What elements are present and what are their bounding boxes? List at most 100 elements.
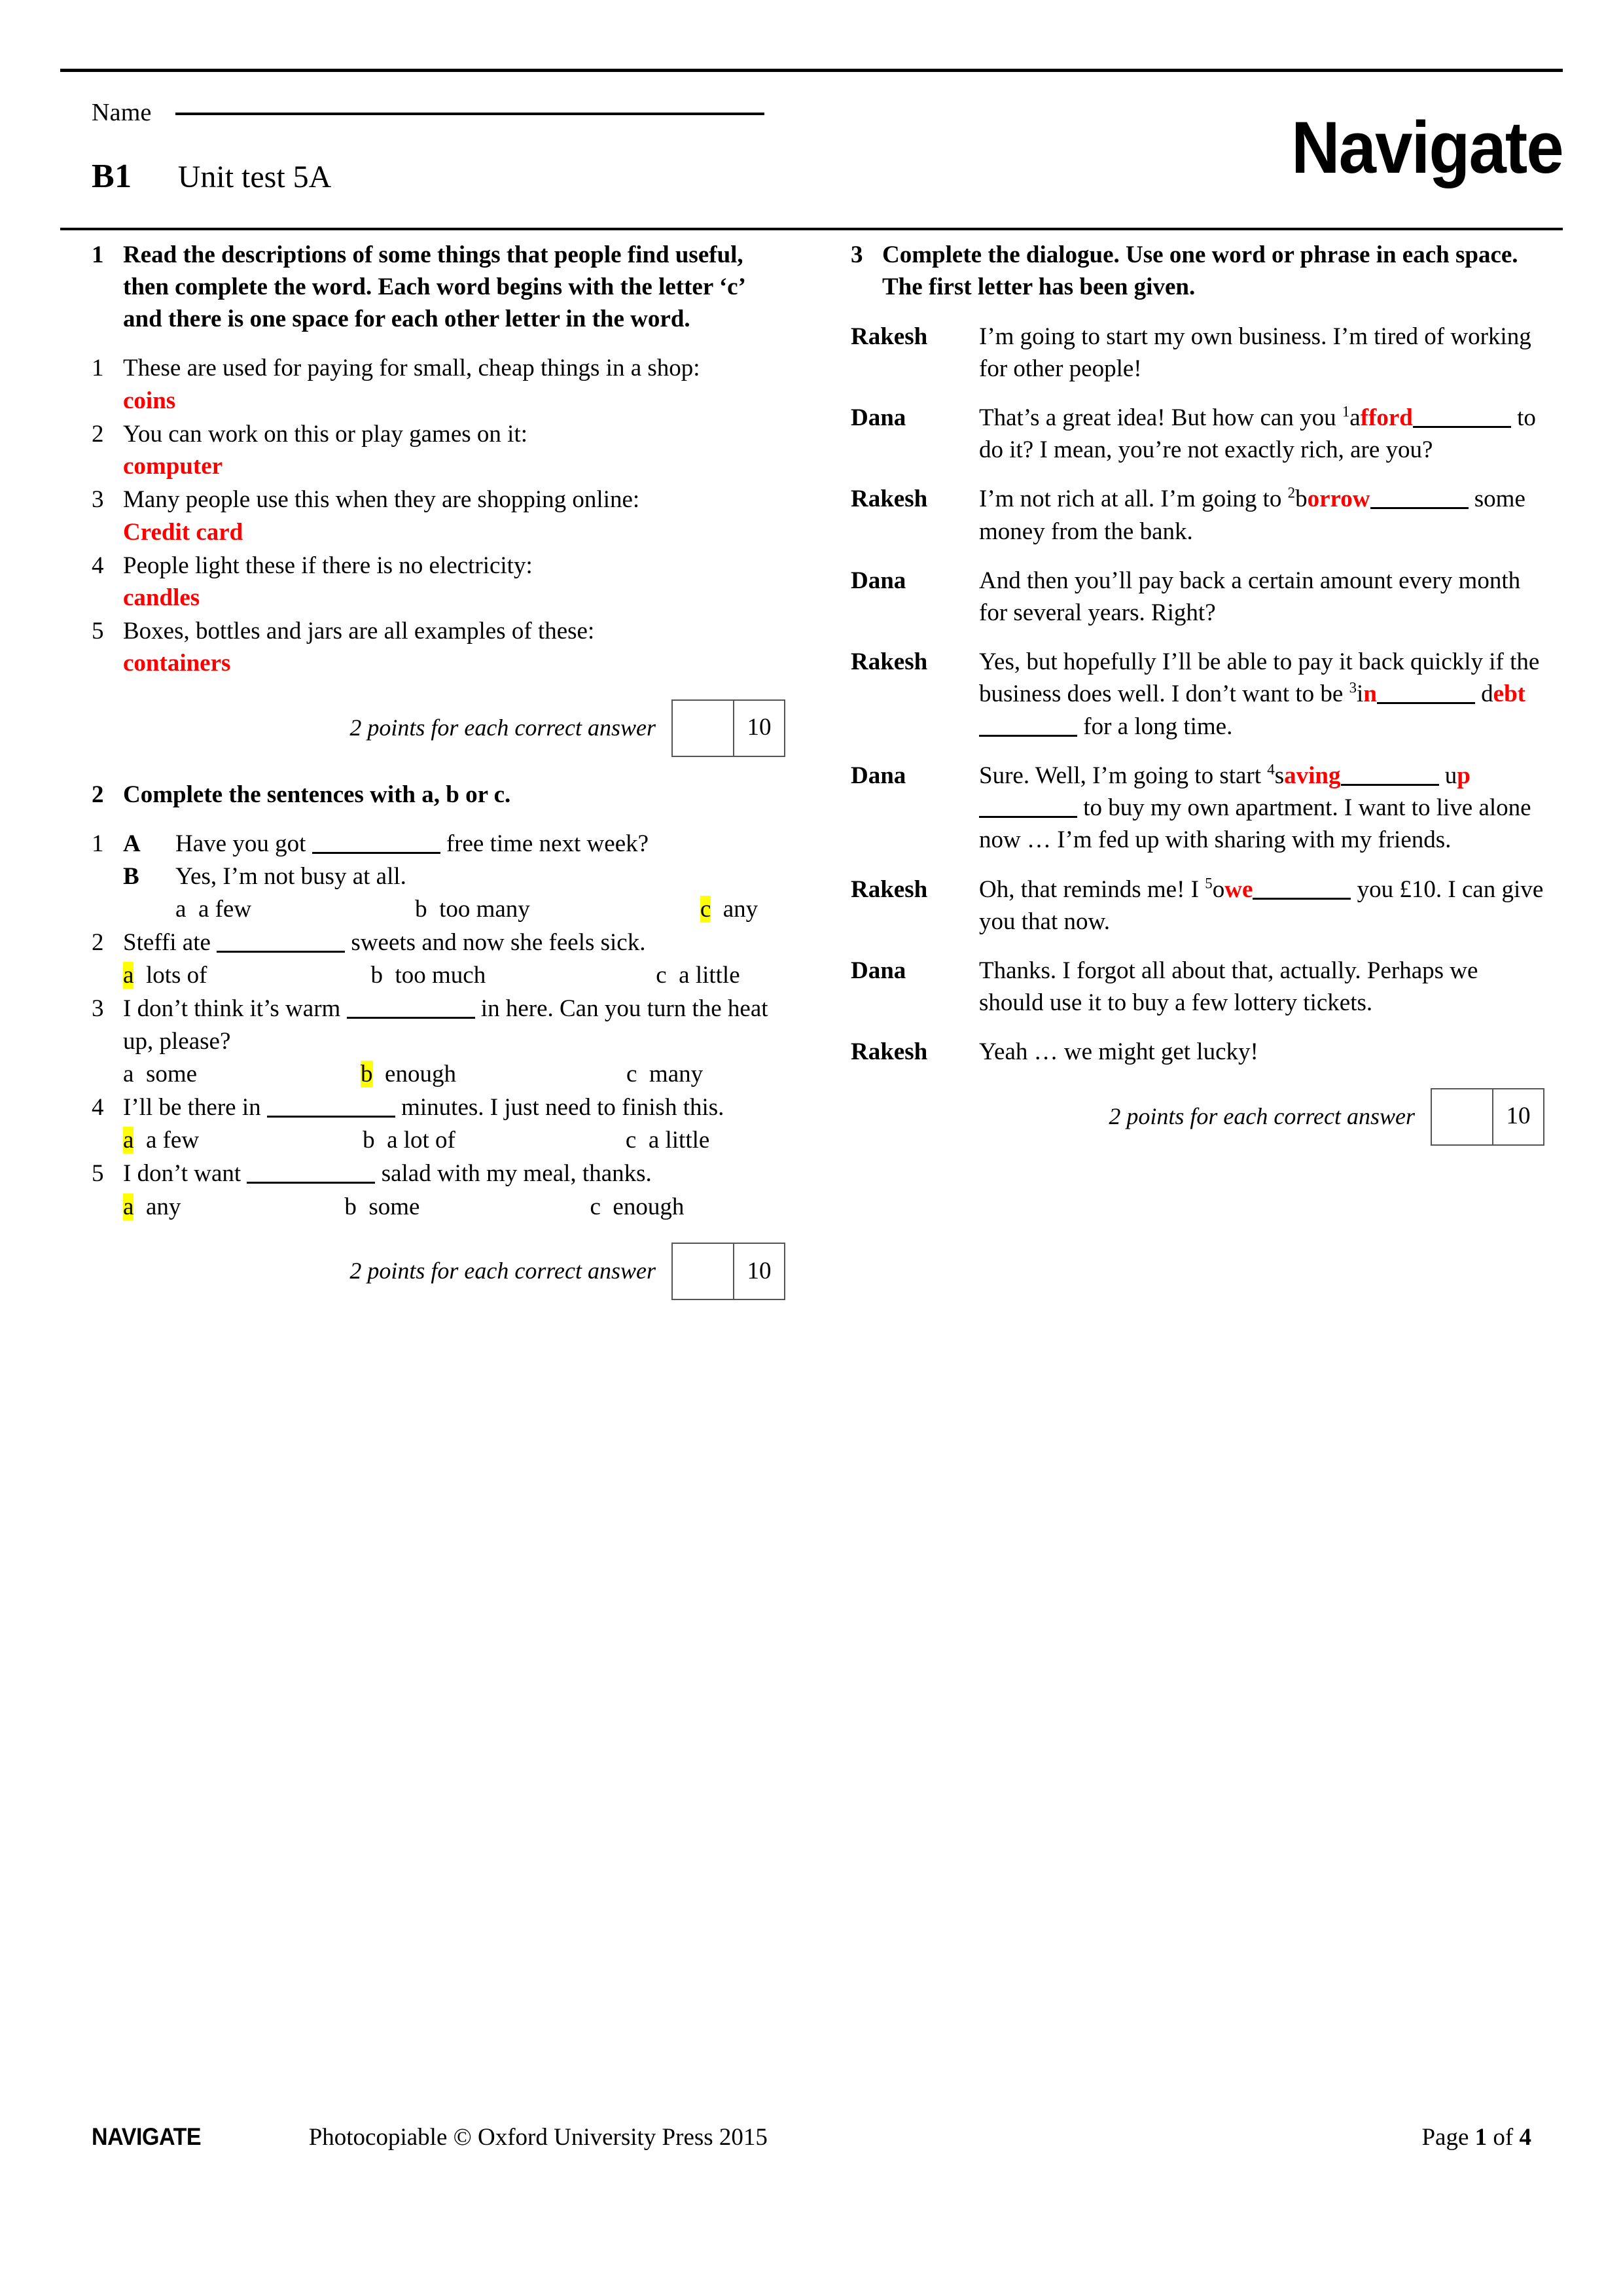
item-text: Boxes, bottles and jars are all examples… — [123, 618, 595, 645]
option-letter: a — [123, 962, 134, 989]
name-write-line[interactable] — [175, 113, 764, 115]
item-number: 2 — [92, 928, 104, 956]
answer-gap[interactable] — [247, 1182, 376, 1184]
option-letter: a — [175, 895, 187, 923]
item-answer: computer — [123, 453, 223, 480]
list-item: 1 A Have you got free time next week? B Yes,… — [92, 828, 785, 925]
option-item[interactable]: a a few — [123, 1124, 199, 1156]
option-row: a any b some c enough — [123, 1191, 785, 1223]
points-max-value: 10 — [1506, 1103, 1531, 1130]
item-body: I’ll be there in minutes. I just need to… — [123, 1091, 785, 1156]
points-max-value: 10 — [747, 714, 772, 741]
points-label: 2 points for each correct answer — [1109, 1103, 1415, 1130]
answer-gap[interactable] — [1253, 897, 1351, 900]
list-item: 2 You can work on this or play games on i… — [92, 418, 785, 482]
answer-gap[interactable] — [979, 734, 1077, 737]
gap-answer: fford — [1360, 404, 1413, 432]
option-letter: b — [370, 962, 383, 989]
item-body: A Have you got free time next week? B Yes, … — [123, 828, 785, 925]
option-letter: c — [656, 962, 667, 989]
list-item: 4 I’ll be there in minutes. I just need t… — [92, 1091, 785, 1156]
answer-gap[interactable] — [346, 1017, 475, 1019]
item-number: 3 — [92, 486, 104, 514]
option-item[interactable]: b some — [344, 1191, 419, 1223]
option-item[interactable]: c many — [626, 1058, 703, 1090]
points-score-input[interactable] — [673, 700, 734, 756]
answer-gap[interactable] — [1340, 783, 1439, 786]
list-item: 5 Boxes, bottles and jars are all example… — [92, 615, 785, 679]
option-item[interactable]: b too much — [370, 959, 486, 991]
answer-gap[interactable] — [217, 950, 346, 953]
navigate-logo: Navigate — [1291, 107, 1564, 188]
dialogue-text: Thanks. I forgot all about that, actuall… — [979, 957, 1478, 1017]
footer-page-number: Page 1 of 4 — [1421, 2123, 1531, 2151]
dialogue-line-b: B Yes, I’m not busy at all. — [123, 860, 785, 892]
dialogue-line: Dana That’s a great idea! But how can you… — [851, 402, 1544, 466]
item-body: Boxes, bottles and jars are all examples… — [123, 615, 785, 679]
dialogue-text: Yeah … we might get lucky! — [979, 1038, 1258, 1066]
option-letter: c — [700, 895, 711, 923]
answer-gap[interactable] — [266, 1115, 395, 1118]
dialogue-line: Dana Thanks. I forgot all about that, act… — [851, 955, 1544, 1019]
option-item[interactable]: c any — [700, 893, 758, 925]
list-item: 3 Many people use this when they are shop… — [92, 484, 785, 548]
list-item: 5 I don’t want salad with my meal, thanks… — [92, 1157, 785, 1222]
dialogue-line: Rakesh I’m going to start my own business… — [851, 321, 1544, 385]
option-item[interactable]: b enough — [361, 1058, 456, 1090]
item-number: 1 — [92, 830, 104, 858]
option-item[interactable]: c a little — [656, 959, 740, 991]
option-item[interactable]: b a lot of — [363, 1124, 455, 1156]
gap-number: 5 — [1205, 875, 1213, 892]
speaker-name: Rakesh — [851, 648, 928, 676]
option-item[interactable]: a lots of — [123, 959, 207, 991]
dialogue-line: Rakesh Yeah … we might get lucky! — [851, 1036, 1544, 1068]
speaker-label-a: A — [123, 830, 141, 858]
item-body: Steffi ate sweets and now she feels sick… — [123, 927, 785, 991]
item-text: Steffi ate sweets and now she feels sick… — [123, 928, 646, 956]
points-score-input[interactable] — [673, 1243, 734, 1299]
option-item[interactable]: a some — [123, 1058, 197, 1090]
answer-gap[interactable] — [979, 816, 1077, 819]
item-body: People light these if there is no electr… — [123, 550, 785, 614]
points-score-input[interactable] — [1432, 1089, 1493, 1144]
option-item[interactable]: c a little — [626, 1124, 709, 1156]
gap-answer: orrow — [1307, 486, 1370, 513]
option-item[interactable]: b too many — [415, 893, 530, 925]
speaker-name: Dana — [851, 957, 906, 984]
item-body: I don’t want salad with my meal, thanks.… — [123, 1157, 785, 1222]
option-letter: b — [361, 1060, 373, 1087]
speaker-name: Rakesh — [851, 1038, 928, 1066]
option-item[interactable]: a a few — [175, 893, 251, 925]
item-body: I don’t think it’s warm in here. Can you… — [123, 993, 785, 1090]
worksheet-page: Name B1 Unit test 5A Navigate 1 Read the… — [0, 0, 1623, 2296]
points-label: 2 points for each correct answer — [349, 1258, 656, 1284]
dialogue-line-a: A Have you got free time next week? — [123, 828, 785, 860]
item-text: I’ll be there in minutes. I just need to… — [123, 1093, 724, 1121]
option-letter: c — [625, 1127, 637, 1154]
option-letter: c — [590, 1193, 601, 1220]
speaker-name: Dana — [851, 762, 906, 789]
answer-gap[interactable] — [1376, 702, 1475, 705]
page-prefix: Page — [1421, 2124, 1469, 2151]
dialogue-lines: Rakesh I’m going to start my own business… — [851, 321, 1544, 1069]
option-letter: a — [123, 1060, 134, 1087]
points-box: 10 — [1431, 1087, 1544, 1146]
dialogue-line: Rakesh Yes, but hopefully I’ll be able to… — [851, 646, 1544, 743]
points-box: 10 — [671, 1242, 785, 1300]
item-answer: Credit card — [123, 518, 243, 546]
dialogue-line: Dana And then you’ll pay back a certain a… — [851, 565, 1544, 629]
answer-gap[interactable] — [1370, 507, 1469, 510]
item-body: These are used for paying for small, che… — [123, 352, 785, 416]
item-number: 1 — [92, 355, 104, 382]
option-item[interactable]: c enough — [590, 1191, 684, 1223]
speaker-name: Rakesh — [851, 323, 928, 350]
answer-gap[interactable] — [1412, 426, 1511, 429]
option-item[interactable]: a any — [123, 1191, 181, 1223]
speaker-name: Rakesh — [851, 486, 928, 513]
gap-answer: n — [1363, 680, 1377, 708]
option-letter: b — [344, 1193, 357, 1220]
answer-gap[interactable] — [312, 852, 440, 855]
exercise-2-points-row: 2 points for each correct answer 10 — [92, 1242, 785, 1300]
item-answer: candles — [123, 584, 200, 611]
page-footer: NAVIGATE Photocopiable © Oxford Universi… — [92, 2123, 1531, 2151]
